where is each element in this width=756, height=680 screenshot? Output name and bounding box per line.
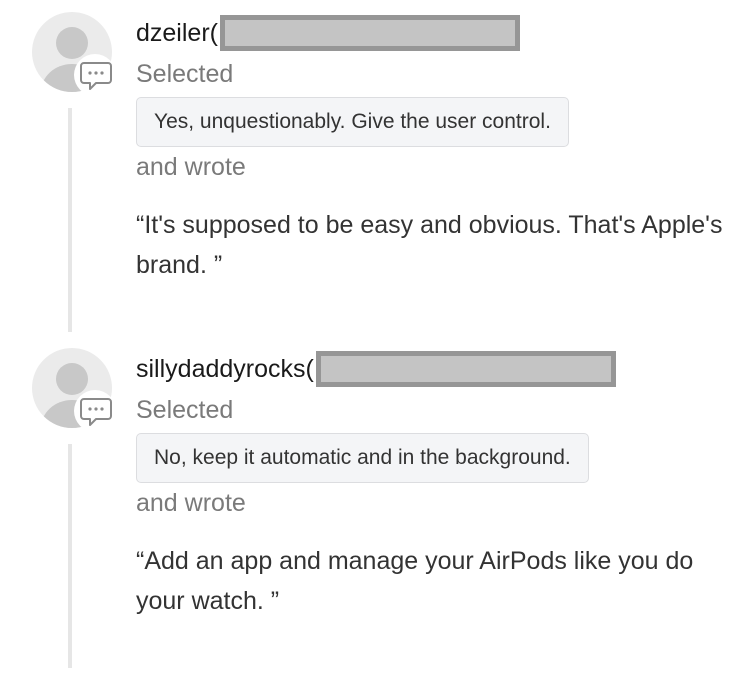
comment-text: “It's supposed to be easy and obvious. T… (136, 211, 723, 279)
comment-bubble-icon (74, 390, 116, 432)
username[interactable]: dzeiler( (136, 15, 520, 51)
activity-entry: sillydaddyrocks( Selected No, keep it au… (0, 336, 756, 680)
selected-choice-pill: Yes, unquestionably. Give the user contr… (136, 97, 569, 147)
thread-line (68, 108, 72, 332)
selected-label: Selected (136, 60, 234, 88)
selected-choice-pill: No, keep it automatic and in the backgro… (136, 433, 589, 483)
username[interactable]: sillydaddyrocks( (136, 351, 616, 387)
comment-text: “Add an app and manage your AirPods like… (136, 547, 694, 615)
wrote-label: and wrote (136, 153, 246, 181)
activity-entry: dzeiler( Selected Yes, unquestionably. G… (0, 0, 756, 336)
selected-label: Selected (136, 396, 234, 424)
redacted-email-block (219, 15, 520, 51)
wrote-label: and wrote (136, 489, 246, 517)
comment-bubble-icon (74, 54, 116, 96)
thread-line (68, 444, 72, 668)
username-text[interactable]: dzeiler( (136, 19, 218, 48)
redacted-email-block (315, 351, 616, 387)
username-text[interactable]: sillydaddyrocks( (136, 355, 314, 384)
